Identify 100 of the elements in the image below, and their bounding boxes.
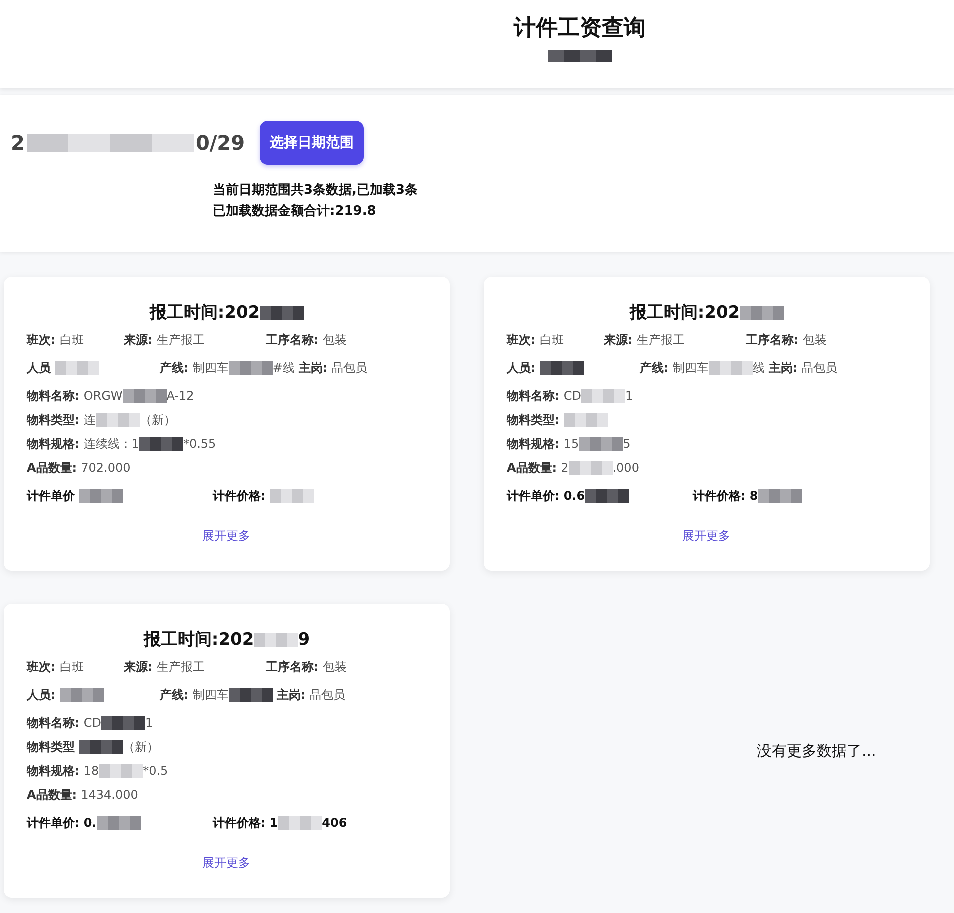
field-value: 品包员: [802, 360, 838, 377]
field-value: （新）: [123, 739, 159, 756]
field-label: 人员: [27, 360, 51, 377]
field-label: 班次:: [27, 332, 56, 349]
redaction-mosaic: [228, 688, 273, 702]
field-label: 班次:: [507, 332, 536, 349]
redaction-mosaic: [122, 389, 167, 403]
field-value: 连续线：1: [84, 436, 140, 453]
field-value: 白班: [540, 332, 564, 349]
redaction-mosaic: [278, 816, 322, 830]
field-value: 18: [84, 763, 100, 780]
field-value: 1: [145, 715, 154, 732]
field-label: A品数量:: [27, 787, 78, 804]
field-value: 制四车: [672, 360, 709, 377]
field-label: 物料名称:: [27, 388, 80, 405]
select-date-range-button[interactable]: 选择日期范围: [260, 121, 364, 165]
record-time: 报工时间:202: [144, 629, 254, 652]
field-label: 班次:: [27, 659, 56, 676]
field-value: 生产报工: [636, 332, 685, 349]
redaction-mosaic: [228, 361, 273, 375]
redaction-mosaic: [96, 413, 140, 427]
redaction-mosaic: [540, 361, 584, 375]
field-label: 主岗:: [276, 687, 306, 704]
field-label: 产线:: [640, 360, 669, 377]
field-label: 工序名称:: [266, 659, 319, 676]
no-more-data-text: 没有更多数据了...: [757, 742, 878, 760]
redaction-mosaic: [96, 816, 141, 830]
expand-more-link[interactable]: 展开更多: [202, 526, 250, 546]
redaction-mosaic: [270, 489, 314, 503]
field-label: A品数量:: [27, 460, 78, 477]
field-label: 物料名称:: [27, 715, 80, 732]
field-label: 工序名称:: [746, 332, 799, 349]
redaction-mosaic: [740, 306, 784, 320]
field-label: A品数量:: [507, 460, 558, 477]
redaction-mosaic: [568, 461, 613, 475]
field-value: 制四车: [192, 687, 229, 704]
field-value: 包装: [322, 659, 347, 676]
redaction-mosaic: [254, 633, 298, 647]
field-label: 来源:: [604, 332, 633, 349]
redaction-mosaic: [581, 389, 626, 403]
field-value: 1434.000: [81, 787, 138, 804]
field-value: 5: [623, 436, 631, 453]
field-value: .000: [612, 460, 640, 477]
field-label: 物料规格:: [507, 436, 560, 453]
field-label: 来源:: [124, 659, 153, 676]
record-time: 报工时间:202: [630, 302, 740, 325]
field-label: 计件价格:: [693, 488, 746, 505]
field-value: 702.000: [81, 460, 131, 477]
redaction-mosaic: [55, 361, 99, 375]
field-value: 包装: [322, 332, 347, 349]
date-range: 2: [11, 131, 25, 155]
field-label: 产线:: [160, 360, 189, 377]
field-value: ORGW: [84, 388, 123, 405]
field-value: 线: [752, 360, 765, 377]
redaction-mosaic: [60, 688, 104, 702]
field-label: 物料类型:: [507, 412, 560, 429]
field-label: 物料规格:: [27, 763, 80, 780]
field-label: 物料名称:: [507, 388, 560, 405]
field-value: 406: [322, 815, 348, 832]
redaction-mosaic: [548, 50, 612, 62]
field-label: 计件单价: [27, 488, 75, 505]
field-value: 制四车: [192, 360, 229, 377]
expand-more-link[interactable]: 展开更多: [682, 526, 730, 546]
redaction-mosaic: [564, 413, 608, 427]
field-value: 白班: [60, 332, 84, 349]
expand-more-link[interactable]: 展开更多: [202, 853, 250, 873]
field-value: 1: [625, 388, 634, 405]
field-value: （新）: [140, 412, 176, 429]
field-value: 连: [84, 412, 96, 429]
redaction-mosaic: [79, 740, 123, 754]
field-label: 人员:: [27, 687, 56, 704]
field-label: 主岗:: [298, 360, 328, 377]
field-label: 计件单价:: [27, 815, 80, 832]
field-label: 人员:: [507, 360, 536, 377]
field-label: 来源:: [124, 332, 153, 349]
field-label: 物料规格:: [27, 436, 80, 453]
field-label: 物料类型:: [27, 412, 80, 429]
field-value: 0.: [84, 815, 97, 832]
field-value: 15: [564, 436, 580, 453]
redaction-mosaic: [585, 489, 630, 503]
record-time: 报工时间:202: [150, 302, 260, 325]
field-value: 0.6: [564, 488, 586, 505]
redaction-mosaic: [79, 489, 123, 503]
field-value: 品包员: [332, 360, 368, 377]
field-label: 主岗:: [768, 360, 798, 377]
redaction-mosaic: [99, 764, 144, 778]
field-value: 2: [561, 460, 569, 477]
field-label: 计件价格:: [213, 488, 266, 505]
field-label: 计件价格:: [213, 815, 266, 832]
field-label: 工序名称:: [266, 332, 319, 349]
summary-text: 当前日期范围共3条数据,已加载3条: [213, 182, 418, 200]
summary-text: 已加载数据金额合计:219.8: [213, 202, 376, 221]
field-value: #线: [272, 360, 295, 377]
redaction-mosaic: [139, 437, 184, 451]
field-value: 包装: [802, 332, 827, 349]
redaction-mosaic: [260, 306, 304, 320]
field-value: CD: [564, 388, 582, 405]
field-value: *0.55: [183, 436, 216, 453]
field-value: CD: [84, 715, 102, 732]
field-value: 生产报工: [156, 332, 205, 349]
